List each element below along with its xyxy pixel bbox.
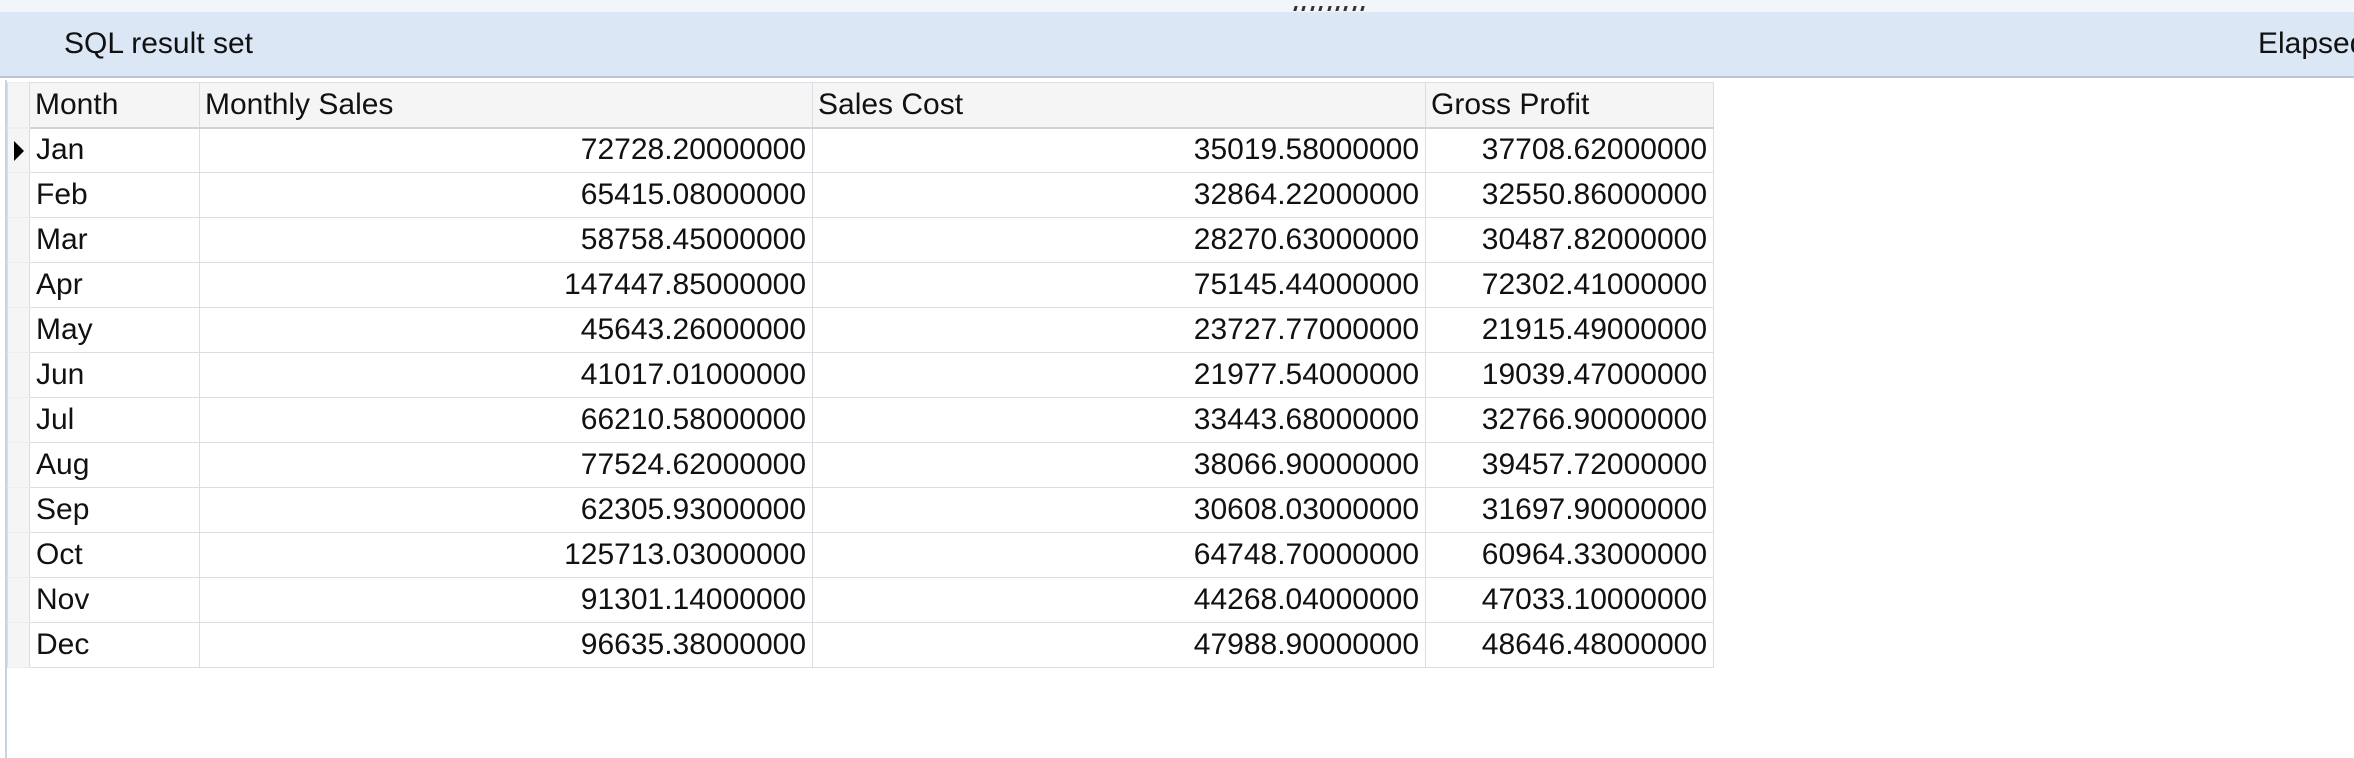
cell-sales-cost[interactable]: 33443.68000000 bbox=[812, 397, 1426, 443]
column-header-month[interactable]: Month bbox=[29, 82, 200, 129]
cell-sales-cost[interactable]: 75145.44000000 bbox=[812, 262, 1426, 308]
cell-gross-profit[interactable]: 32766.90000000 bbox=[1425, 397, 1714, 443]
table-row[interactable]: Feb 65415.08000000 32864.22000000 32550.… bbox=[7, 172, 1714, 218]
cell-month[interactable]: Aug bbox=[29, 442, 200, 488]
splitter-grip-icon[interactable] bbox=[1293, 1, 1365, 11]
cell-sales-cost[interactable]: 21977.54000000 bbox=[812, 352, 1426, 398]
cell-sales-cost[interactable]: 44268.04000000 bbox=[812, 577, 1426, 623]
column-header-gross-profit[interactable]: Gross Profit bbox=[1425, 82, 1714, 129]
cell-monthly-sales[interactable]: 45643.26000000 bbox=[199, 307, 813, 353]
cell-sales-cost[interactable]: 28270.63000000 bbox=[812, 217, 1426, 263]
table-row[interactable]: Nov 91301.14000000 44268.04000000 47033.… bbox=[7, 577, 1714, 623]
cell-monthly-sales[interactable]: 41017.01000000 bbox=[199, 352, 813, 398]
cell-monthly-sales[interactable]: 125713.03000000 bbox=[199, 532, 813, 578]
row-indicator[interactable] bbox=[7, 622, 30, 668]
row-indicator[interactable] bbox=[7, 172, 30, 218]
sql-results-window: SQL result set Elapsed Month Monthly Sal… bbox=[0, 0, 2354, 758]
cell-gross-profit[interactable]: 47033.10000000 bbox=[1425, 577, 1714, 623]
row-indicator[interactable] bbox=[7, 307, 30, 353]
cell-gross-profit[interactable]: 31697.90000000 bbox=[1425, 487, 1714, 533]
current-row-arrow-icon bbox=[14, 140, 24, 161]
cell-sales-cost[interactable]: 32864.22000000 bbox=[812, 172, 1426, 218]
cell-gross-profit[interactable]: 19039.47000000 bbox=[1425, 352, 1714, 398]
cell-month[interactable]: Mar bbox=[29, 217, 200, 263]
cell-month[interactable]: Jun bbox=[29, 352, 200, 398]
cell-sales-cost[interactable]: 38066.90000000 bbox=[812, 442, 1426, 488]
cell-sales-cost[interactable]: 64748.70000000 bbox=[812, 532, 1426, 578]
cell-monthly-sales[interactable]: 96635.38000000 bbox=[199, 622, 813, 668]
row-indicator[interactable] bbox=[7, 397, 30, 443]
cell-monthly-sales[interactable]: 77524.62000000 bbox=[199, 442, 813, 488]
cell-sales-cost[interactable]: 35019.58000000 bbox=[812, 127, 1426, 173]
panel-title: SQL result set bbox=[64, 27, 253, 60]
column-header-sales-cost[interactable]: Sales Cost bbox=[812, 82, 1426, 129]
cell-gross-profit[interactable]: 21915.49000000 bbox=[1425, 307, 1714, 353]
table-row[interactable]: Apr 147447.85000000 75145.44000000 72302… bbox=[7, 262, 1714, 308]
cell-month[interactable]: Nov bbox=[29, 577, 200, 623]
cell-gross-profit[interactable]: 60964.33000000 bbox=[1425, 532, 1714, 578]
cell-sales-cost[interactable]: 47988.90000000 bbox=[812, 622, 1426, 668]
row-indicator[interactable] bbox=[7, 262, 30, 308]
table-row[interactable]: Dec 96635.38000000 47988.90000000 48646.… bbox=[7, 622, 1714, 668]
cell-sales-cost[interactable]: 23727.77000000 bbox=[812, 307, 1426, 353]
cell-monthly-sales[interactable]: 72728.20000000 bbox=[199, 127, 813, 173]
row-indicator[interactable] bbox=[7, 127, 30, 173]
elapsed-time-label: Elapsed bbox=[2258, 27, 2354, 60]
result-panel-header: SQL result set Elapsed bbox=[0, 12, 2354, 78]
row-indicator-header[interactable] bbox=[7, 82, 30, 129]
row-indicator[interactable] bbox=[7, 352, 30, 398]
table-row[interactable]: Aug 77524.62000000 38066.90000000 39457.… bbox=[7, 442, 1714, 488]
cell-monthly-sales[interactable]: 58758.45000000 bbox=[199, 217, 813, 263]
cell-month[interactable]: Sep bbox=[29, 487, 200, 533]
cell-gross-profit[interactable]: 37708.62000000 bbox=[1425, 127, 1714, 173]
row-indicator[interactable] bbox=[7, 217, 30, 263]
cell-month[interactable]: Jan bbox=[29, 127, 200, 173]
row-indicator[interactable] bbox=[7, 442, 30, 488]
row-indicator[interactable] bbox=[7, 487, 30, 533]
row-indicator[interactable] bbox=[7, 532, 30, 578]
cell-month[interactable]: Apr bbox=[29, 262, 200, 308]
cell-monthly-sales[interactable]: 91301.14000000 bbox=[199, 577, 813, 623]
cell-month[interactable]: Jul bbox=[29, 397, 200, 443]
result-grid[interactable]: Month Monthly Sales Sales Cost Gross Pro… bbox=[7, 82, 1714, 668]
cell-month[interactable]: May bbox=[29, 307, 200, 353]
table-row[interactable]: Oct 125713.03000000 64748.70000000 60964… bbox=[7, 532, 1714, 578]
cell-gross-profit[interactable]: 48646.48000000 bbox=[1425, 622, 1714, 668]
cell-gross-profit[interactable]: 30487.82000000 bbox=[1425, 217, 1714, 263]
table-row[interactable]: Mar 58758.45000000 28270.63000000 30487.… bbox=[7, 217, 1714, 263]
cell-monthly-sales[interactable]: 62305.93000000 bbox=[199, 487, 813, 533]
table-row[interactable]: Sep 62305.93000000 30608.03000000 31697.… bbox=[7, 487, 1714, 533]
row-indicator[interactable] bbox=[7, 577, 30, 623]
cell-gross-profit[interactable]: 72302.41000000 bbox=[1425, 262, 1714, 308]
cell-monthly-sales[interactable]: 65415.08000000 bbox=[199, 172, 813, 218]
cell-sales-cost[interactable]: 30608.03000000 bbox=[812, 487, 1426, 533]
table-row[interactable]: Jul 66210.58000000 33443.68000000 32766.… bbox=[7, 397, 1714, 443]
cell-month[interactable]: Feb bbox=[29, 172, 200, 218]
table-row[interactable]: Jan 72728.20000000 35019.58000000 37708.… bbox=[7, 127, 1714, 173]
header-row: Month Monthly Sales Sales Cost Gross Pro… bbox=[7, 82, 1714, 129]
table-row[interactable]: May 45643.26000000 23727.77000000 21915.… bbox=[7, 307, 1714, 353]
cell-month[interactable]: Dec bbox=[29, 622, 200, 668]
cell-gross-profit[interactable]: 39457.72000000 bbox=[1425, 442, 1714, 488]
column-header-monthly-sales[interactable]: Monthly Sales bbox=[199, 82, 813, 129]
cell-monthly-sales[interactable]: 147447.85000000 bbox=[199, 262, 813, 308]
cell-month[interactable]: Oct bbox=[29, 532, 200, 578]
cell-monthly-sales[interactable]: 66210.58000000 bbox=[199, 397, 813, 443]
cell-gross-profit[interactable]: 32550.86000000 bbox=[1425, 172, 1714, 218]
table-row[interactable]: Jun 41017.01000000 21977.54000000 19039.… bbox=[7, 352, 1714, 398]
